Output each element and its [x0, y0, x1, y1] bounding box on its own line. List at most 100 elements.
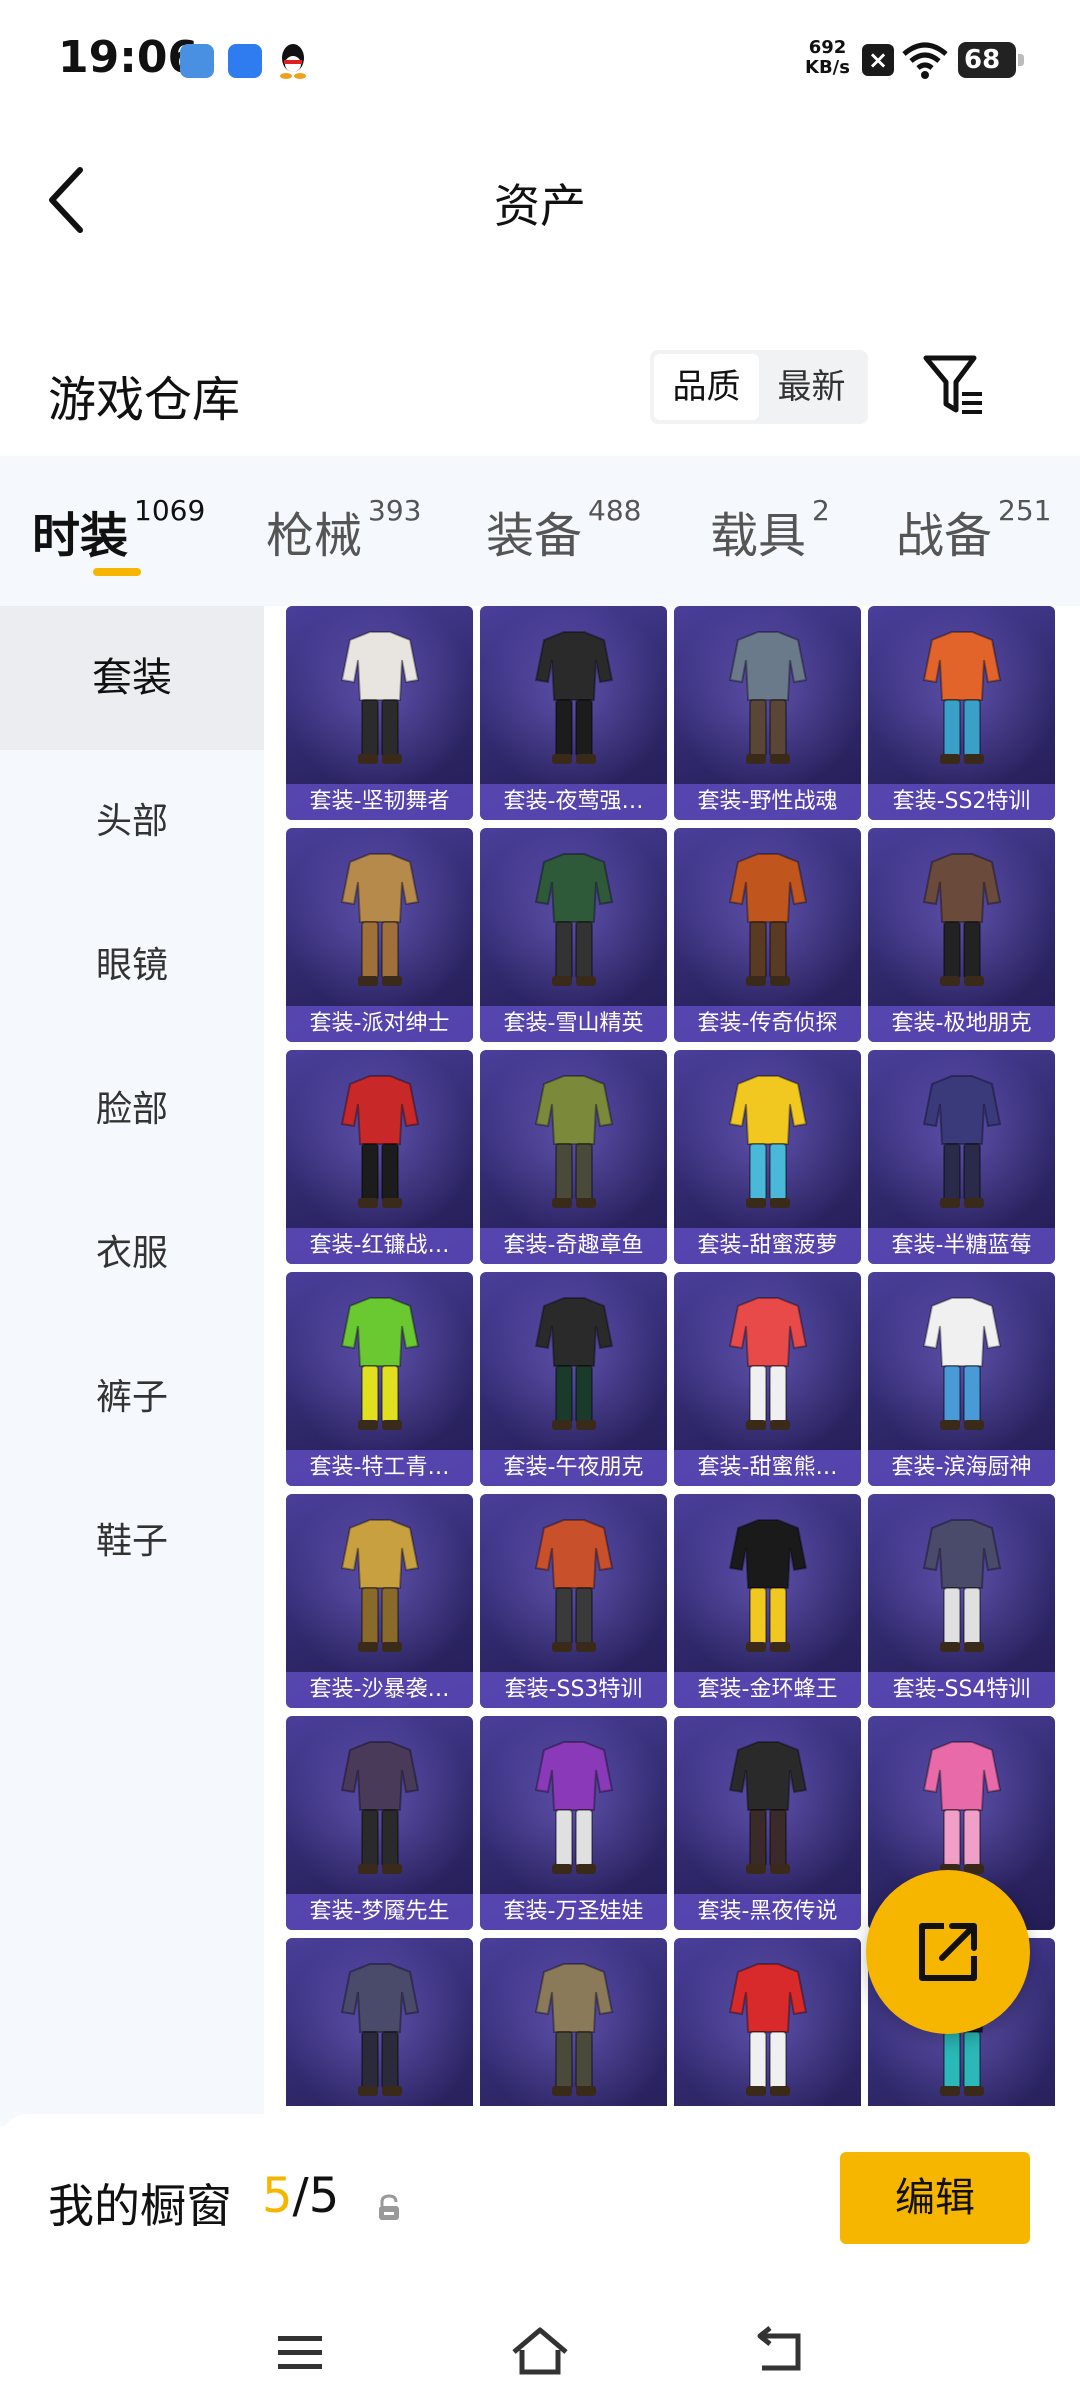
home-nav-button[interactable]: [508, 2320, 572, 2384]
tab-count: 488: [588, 494, 642, 527]
outfit-thumbnail: [534, 1963, 614, 2096]
sidebar-item-face[interactable]: 脸部: [0, 1038, 264, 1182]
outfit-thumbnail: [340, 631, 420, 764]
filter-button[interactable]: [922, 352, 986, 420]
showcase-total: 5: [308, 2168, 340, 2224]
sort-option-newest[interactable]: 最新: [759, 354, 864, 420]
item-card[interactable]: 套装-甜蜜菠萝: [674, 1050, 861, 1264]
sidebar-item-glasses[interactable]: 眼镜: [0, 894, 264, 1038]
item-name: 套装-雪山精英: [480, 1006, 667, 1042]
sort-toggle: 品质 最新: [650, 350, 868, 424]
wifi-icon: [902, 40, 948, 84]
outfit-thumbnail: [340, 1741, 420, 1874]
outfit-thumbnail: [534, 1741, 614, 1874]
tab-count: 2: [812, 494, 830, 527]
item-card[interactable]: 套装-SS2特训: [868, 606, 1055, 820]
item-card[interactable]: 套装-极地朋克: [868, 828, 1055, 1042]
item-card[interactable]: 套装-雪山精英: [480, 828, 667, 1042]
share-fab[interactable]: [866, 1870, 1030, 2034]
tab-label: 枪械: [266, 508, 363, 564]
outfit-thumbnail: [534, 1297, 614, 1430]
showcase-used: 5: [262, 2168, 293, 2224]
item-card[interactable]: 套装-红镰战…: [286, 1050, 473, 1264]
item-card[interactable]: 套装-传奇侦探: [674, 828, 861, 1042]
outfit-thumbnail: [340, 1963, 420, 2096]
outfit-thumbnail: [728, 1963, 808, 2096]
sidebar-item-pants[interactable]: 裤子: [0, 1326, 264, 1470]
tab-vehicles[interactable]: 载具 2: [710, 494, 830, 566]
item-card[interactable]: 套装-SS4特训: [868, 1494, 1055, 1708]
outfit-thumbnail: [534, 1519, 614, 1652]
no-sim-icon: ×: [862, 44, 894, 76]
item-name: 套装-半糖蓝莓: [868, 1228, 1055, 1264]
item-card[interactable]: 套装-派对绅士: [286, 828, 473, 1042]
item-name: 套装-沙暴袭…: [286, 1672, 473, 1708]
item-card[interactable]: 套装-黑夜传说: [674, 1716, 861, 1930]
showcase-separator: /: [292, 2168, 309, 2224]
system-nav-bar: [0, 2294, 1080, 2408]
lock-icon: [376, 2194, 402, 2226]
showcase-label: 我的橱窗: [48, 2179, 232, 2233]
sidebar-item-outfit[interactable]: 套装: [0, 606, 264, 750]
outfit-thumbnail: [922, 1519, 1002, 1652]
item-card[interactable]: 套装-奇趣章鱼: [480, 1050, 667, 1264]
item-card[interactable]: 套装-午夜朋克: [480, 1272, 667, 1486]
item-card[interactable]: [674, 1938, 861, 2106]
sort-option-quality[interactable]: 品质: [654, 354, 759, 420]
tab-label: 载具: [710, 508, 807, 564]
item-card[interactable]: [286, 1938, 473, 2106]
outfit-thumbnail: [922, 1741, 1002, 1874]
back-nav-button[interactable]: [748, 2320, 812, 2384]
item-card[interactable]: 套装-金环蜂王: [674, 1494, 861, 1708]
item-card[interactable]: 套装-特工青…: [286, 1272, 473, 1486]
outfit-thumbnail: [922, 1075, 1002, 1208]
item-card[interactable]: 套装-夜莺强…: [480, 606, 667, 820]
tab-label: 时装: [32, 508, 129, 564]
item-name: 套装-极地朋克: [868, 1006, 1055, 1042]
outfit-thumbnail: [340, 1519, 420, 1652]
tab-equipment[interactable]: 装备 488: [486, 494, 642, 566]
item-name: 套装-金环蜂王: [674, 1672, 861, 1708]
edit-button[interactable]: 编辑: [840, 2152, 1030, 2244]
item-card[interactable]: 套装-野性战魂: [674, 606, 861, 820]
qq-icon: [276, 42, 310, 84]
item-name: 套装-奇趣章鱼: [480, 1228, 667, 1264]
item-name: 套装-甜蜜熊…: [674, 1450, 861, 1486]
item-card[interactable]: 套装-万圣娃娃: [480, 1716, 667, 1930]
active-tab-indicator: [93, 568, 141, 576]
item-name: 套装-SS3特训: [480, 1672, 667, 1708]
item-name: 套装-午夜朋克: [480, 1450, 667, 1486]
tab-battle-supplies[interactable]: 战备 251: [896, 494, 1052, 566]
status-time: 19:06: [58, 32, 199, 83]
outfit-thumbnail: [728, 1741, 808, 1874]
tab-fashion[interactable]: 时装 1069: [32, 494, 205, 566]
item-card[interactable]: 套装-半糖蓝莓: [868, 1050, 1055, 1264]
outfit-thumbnail: [340, 853, 420, 986]
item-card[interactable]: 套装-甜蜜熊…: [674, 1272, 861, 1486]
item-name: 套装-野性战魂: [674, 784, 861, 820]
sidebar-item-clothes[interactable]: 衣服: [0, 1182, 264, 1326]
item-card[interactable]: [480, 1938, 667, 2106]
category-tabs: 时装 1069 枪械 393 装备 488 载具 2 战备 251: [0, 456, 1080, 606]
item-card[interactable]: 套装-坚韧舞者: [286, 606, 473, 820]
item-name: 套装-夜莺强…: [480, 784, 667, 820]
tab-firearms[interactable]: 枪械 393: [266, 494, 421, 566]
item-name: 套装-黑夜传说: [674, 1894, 861, 1930]
item-card[interactable]: 套装-梦魇先生: [286, 1716, 473, 1930]
sidebar-item-head[interactable]: 头部: [0, 750, 264, 894]
share-icon: [919, 1923, 977, 1981]
item-name: 套装-派对绅士: [286, 1006, 473, 1042]
warehouse-title: 游戏仓库: [48, 372, 241, 428]
item-card[interactable]: 套装-SS3特训: [480, 1494, 667, 1708]
item-name: 套装-甜蜜菠萝: [674, 1228, 861, 1264]
menu-nav-button[interactable]: [268, 2320, 332, 2384]
title-bar: 资产: [0, 140, 1080, 260]
outfit-thumbnail: [728, 853, 808, 986]
battery-icon: 68: [958, 42, 1024, 78]
outfit-thumbnail: [534, 853, 614, 986]
sidebar-item-shoes[interactable]: 鞋子: [0, 1470, 264, 1614]
item-card[interactable]: 套装-滨海厨神: [868, 1272, 1055, 1486]
item-card[interactable]: 套装-沙暴袭…: [286, 1494, 473, 1708]
tab-count: 251: [998, 494, 1052, 527]
tab-label: 装备: [486, 508, 583, 564]
